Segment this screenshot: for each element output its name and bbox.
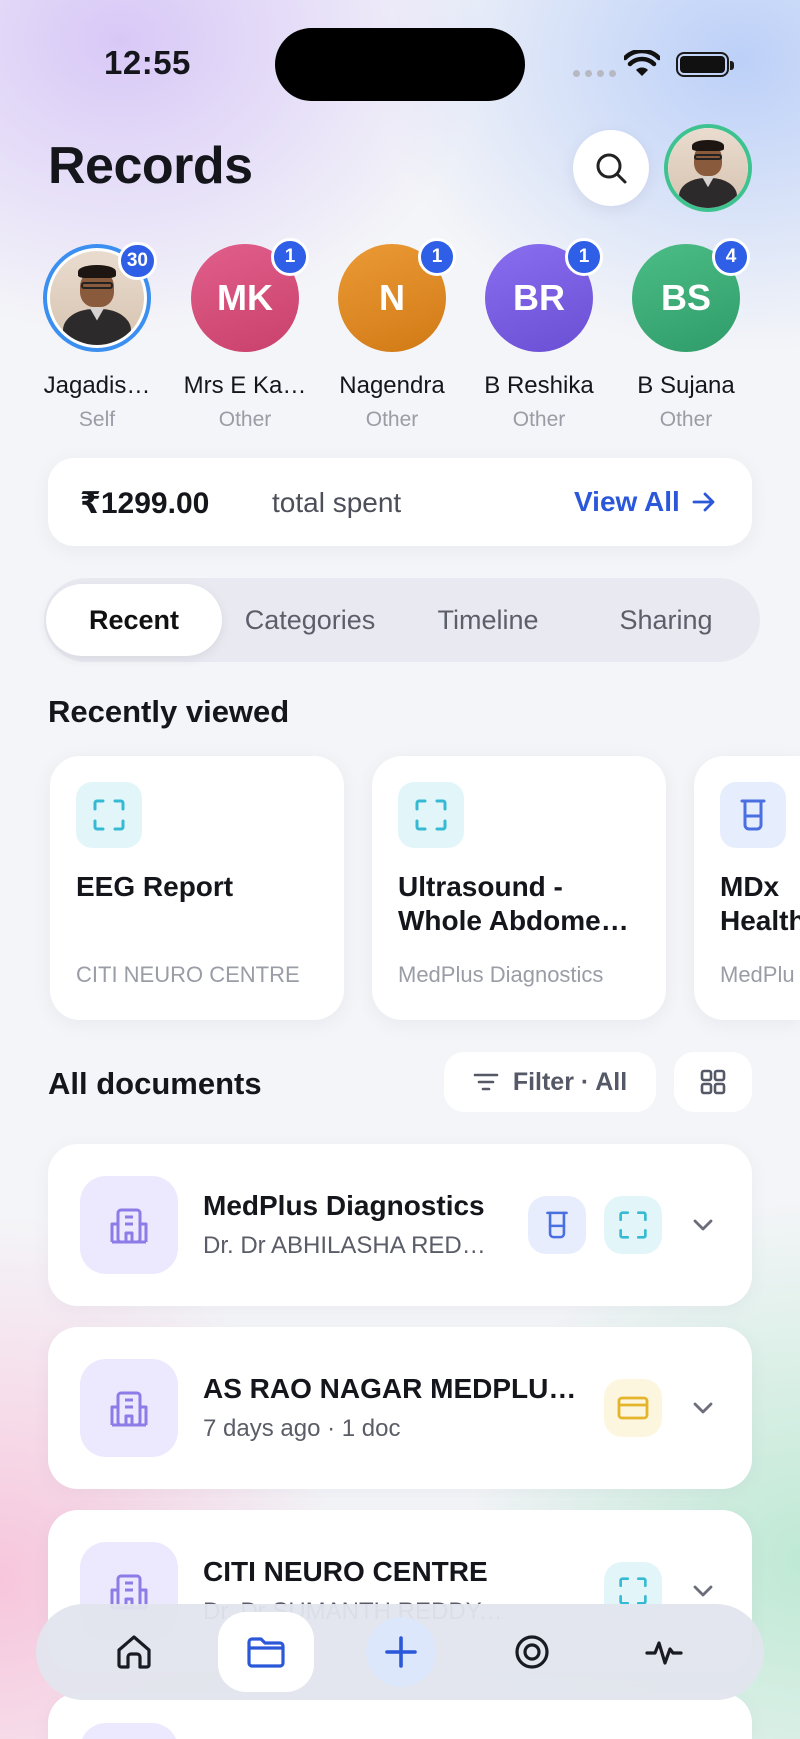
document-subtitle: Dr. Dr ABHILASHA REDD…	[203, 1232, 503, 1259]
total-spent-amount: ₹1299.00	[80, 487, 210, 520]
member-b-reshika[interactable]: BR 1 B Reshika Other	[469, 238, 609, 432]
nav-add-button[interactable]	[366, 1617, 436, 1687]
member-name: B Reshika	[484, 372, 594, 399]
bill-icon	[604, 1379, 662, 1437]
add-icon	[385, 1636, 417, 1668]
filter-button[interactable]: Filter · All	[444, 1052, 656, 1112]
member-initials: N	[379, 277, 405, 318]
member-avatar: BR 1	[485, 238, 603, 352]
record-count-badge: 30	[117, 242, 157, 280]
member-mrs-e-ka[interactable]: MK 1 Mrs E Ka… Other	[175, 238, 315, 432]
member-relation: Other	[218, 408, 272, 431]
lab-test-icon	[740, 799, 766, 831]
member-avatar: MK 1	[191, 238, 309, 352]
card-icon	[398, 782, 464, 848]
activity-icon	[645, 1641, 683, 1665]
tab-sharing[interactable]: Sharing	[578, 584, 754, 656]
member-relation: Self	[78, 408, 116, 431]
member-relation: Other	[659, 408, 713, 431]
document-subtitle: 7 days ago · 1 doc	[203, 1415, 401, 1442]
filter-label: Filter · All	[512, 1067, 628, 1096]
document-title: AS RAO NAGAR MEDPLU…	[203, 1373, 577, 1404]
record-count-badge: 1	[271, 238, 309, 276]
card-icon	[720, 782, 786, 848]
member-name: B Sujana	[637, 372, 735, 399]
all-documents-heading: All documents	[48, 1066, 262, 1101]
member-avatar: BS 4	[632, 238, 750, 352]
member-nagendra[interactable]: N 1 Nagendra Other	[322, 238, 462, 432]
dynamic-island	[275, 28, 525, 101]
chevron-down-icon[interactable]	[690, 1212, 716, 1238]
view-all-label: View All	[574, 486, 680, 517]
card-subtitle: MedPlus Diagnostics	[398, 962, 604, 987]
spending-summary-card: ₹1299.00 total spent View All	[48, 458, 752, 546]
document-card[interactable]: AS RAO NAGAR MEDPLU… 7 days ago · 1 doc	[48, 1327, 752, 1489]
family-members-row: 30 Jagadis… Self MK 1 Mrs E Ka… Other N …	[0, 238, 800, 444]
building-icon	[80, 1176, 178, 1274]
page-title: Records	[48, 137, 253, 195]
card-title: EEG Report	[76, 871, 234, 902]
nav-goals[interactable]	[484, 1612, 580, 1692]
lab-test-icon	[528, 1196, 586, 1254]
records-tabs: Recent Categories Timeline Sharing	[44, 578, 760, 662]
member-relation: Other	[512, 408, 566, 431]
filter-icon	[473, 1073, 499, 1091]
card-subtitle: MedPlu	[720, 962, 795, 987]
card-subtitle: CITI NEURO CENTRE	[76, 962, 300, 987]
search-button[interactable]	[573, 130, 649, 206]
nav-records[interactable]	[218, 1612, 314, 1692]
record-count-badge: 4	[712, 238, 750, 276]
nav-home[interactable]	[86, 1612, 182, 1692]
grid-view-button[interactable]	[674, 1052, 752, 1112]
arrow-right-icon	[692, 492, 715, 512]
scan-icon	[415, 799, 447, 831]
recently-viewed-heading: Recently viewed	[48, 694, 290, 729]
card-icon	[76, 782, 142, 848]
chevron-down-icon[interactable]	[690, 1395, 716, 1421]
member-name: Jagadis…	[43, 372, 151, 399]
member-initials: BR	[513, 277, 565, 318]
member-name: Nagendra	[339, 372, 445, 399]
chevron-down-icon[interactable]	[690, 1578, 716, 1604]
status-time: 12:55	[104, 44, 191, 81]
profile-avatar[interactable]	[664, 124, 752, 212]
record-count-badge: 1	[565, 238, 603, 276]
building-icon	[80, 1359, 178, 1457]
total-spent-label: total spent	[272, 487, 402, 518]
scan-icon	[604, 1196, 662, 1254]
member-avatar: 30	[43, 242, 157, 352]
member-b-sujana[interactable]: BS 4 B Sujana Other	[616, 238, 756, 432]
tab-timeline[interactable]: Timeline	[400, 584, 576, 656]
view-all-link[interactable]: View All	[574, 486, 716, 518]
member-relation: Other	[365, 408, 419, 431]
folder-icon	[247, 1637, 285, 1668]
recent-card[interactable]: Ultrasound - Whole Abdome… MedPlus Diagn…	[372, 756, 666, 1020]
member-name: Mrs E Ka…	[183, 372, 307, 399]
recent-card[interactable]: EEG Report CITI NEURO CENTRE	[50, 756, 344, 1020]
search-icon	[596, 153, 627, 184]
card-title: Ultrasound - Whole Abdome…	[398, 871, 629, 936]
tab-recent[interactable]: Recent	[46, 584, 222, 656]
card-title: MDx Health	[720, 871, 800, 936]
bottom-navigation	[36, 1604, 764, 1700]
member-initials: BS	[660, 277, 711, 318]
nav-activity[interactable]	[616, 1612, 712, 1692]
tab-categories[interactable]: Categories	[222, 584, 398, 656]
scan-icon	[93, 799, 125, 831]
record-count-badge: 1	[418, 238, 456, 276]
target-icon	[515, 1635, 549, 1669]
building-icon	[80, 1723, 178, 1739]
battery-icon	[676, 52, 734, 77]
recent-card[interactable]: MDx Health MedPlu	[694, 756, 800, 1020]
document-card[interactable]: MedPlus Diagnostics Dr. Dr ABHILASHA RED…	[48, 1144, 752, 1306]
document-title: CITI NEURO CENTRE	[203, 1556, 488, 1587]
member-initials: MK	[217, 277, 273, 318]
home-icon	[117, 1635, 151, 1669]
document-title: MedPlus Diagnostics	[203, 1190, 485, 1221]
grid-icon	[700, 1069, 726, 1095]
cellular-signal-icon	[573, 70, 616, 77]
member-self[interactable]: 30 Jagadis… Self	[27, 242, 167, 432]
wifi-icon	[624, 50, 660, 76]
member-avatar: N 1	[338, 238, 456, 352]
